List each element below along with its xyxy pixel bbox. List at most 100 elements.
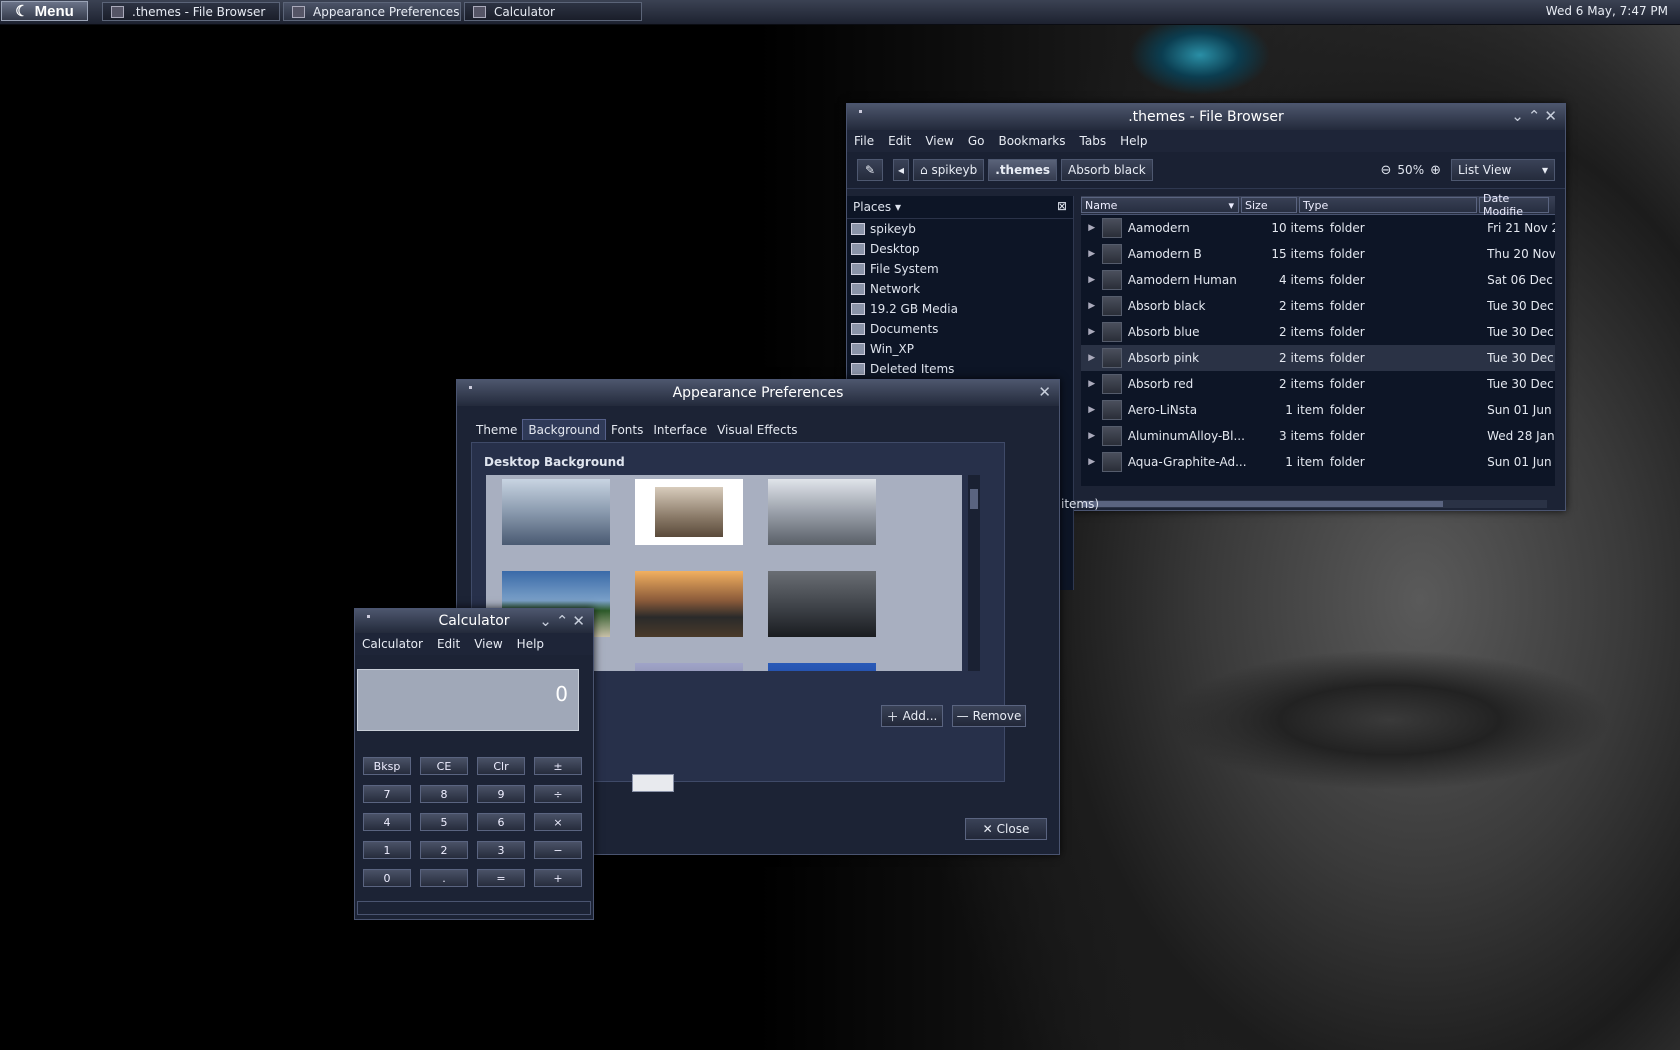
zoom-in-icon[interactable]: ⊕ (1430, 163, 1441, 178)
table-row[interactable]: ▶ Absorb black 2 items folder Tue 30 Dec (1081, 293, 1555, 319)
calc-key[interactable]: 7 (363, 785, 411, 803)
tab-theme[interactable]: Theme (471, 420, 522, 440)
calc-key[interactable]: CE (420, 757, 468, 775)
calc-key[interactable]: 2 (420, 841, 468, 859)
wallpaper-thumbnail[interactable] (768, 479, 876, 545)
calc-key[interactable]: × (534, 813, 582, 831)
path-spikeyb[interactable]: ⌂ spikeyb (913, 159, 985, 181)
table-row[interactable]: ▶ Aamodern B 15 items folder Thu 20 Nov (1081, 241, 1555, 267)
menu-edit[interactable]: Edit (881, 134, 918, 148)
calculator-titlebar[interactable]: Calculator ⌄ ⌃ ✕ (355, 609, 593, 633)
expander-icon[interactable]: ▶ (1081, 457, 1102, 467)
table-row[interactable]: ▶ AluminumAlloy-Bl... 3 items folder Wed 28 … (1081, 423, 1555, 449)
scrollbar-thumb[interactable] (1083, 501, 1443, 507)
maximize-icon[interactable]: ⌃ (556, 612, 569, 630)
tab-interface[interactable]: Interface (648, 420, 712, 440)
maximize-icon[interactable]: ⌃ (1528, 107, 1541, 125)
calc-key[interactable]: ÷ (534, 785, 582, 803)
calc-key[interactable]: 5 (420, 813, 468, 831)
table-row[interactable]: ▶ Aero-LiNsta 1 item folder Sun 01 Jun (1081, 397, 1555, 423)
calc-key[interactable]: ± (534, 757, 582, 775)
expander-icon[interactable]: ▶ (1081, 405, 1102, 415)
remove-button[interactable]: — Remove (952, 705, 1026, 727)
close-sidebar-icon[interactable]: ⊠ (1057, 199, 1067, 213)
expander-icon[interactable]: ▶ (1081, 301, 1102, 311)
calc-key[interactable]: − (534, 841, 582, 859)
window-menu-icon[interactable] (367, 615, 370, 618)
menu-file[interactable]: File (847, 134, 881, 148)
calc-key[interactable]: Clr (477, 757, 525, 775)
window-menu-icon[interactable] (859, 110, 862, 113)
close-icon[interactable]: ✕ (1038, 383, 1051, 401)
table-row[interactable]: ▶ Absorb pink 2 items folder Tue 30 Dec (1081, 345, 1555, 371)
calc-key[interactable]: = (477, 869, 525, 887)
tab-fonts[interactable]: Fonts (606, 420, 648, 440)
calc-key[interactable]: . (420, 869, 468, 887)
appearance-titlebar[interactable]: Appearance Preferences ✕ (457, 380, 1059, 406)
calc-key[interactable]: 9 (477, 785, 525, 803)
tab-background[interactable]: Background (522, 419, 606, 440)
horizontal-scrollbar[interactable] (1073, 500, 1547, 508)
path-back-icon[interactable]: ◂ (893, 159, 909, 181)
expander-icon[interactable]: ▶ (1081, 431, 1102, 441)
file-browser-titlebar[interactable]: .themes - File Browser ⌄ ⌃ ✕ (847, 104, 1565, 130)
menu-go[interactable]: Go (961, 134, 992, 148)
menu-help[interactable]: Help (1113, 134, 1154, 148)
add-button[interactable]: ＋ Add... (881, 705, 943, 727)
calc-key[interactable]: 3 (477, 841, 525, 859)
calc-key[interactable]: 6 (477, 813, 525, 831)
zoom-out-icon[interactable]: ⊖ (1381, 163, 1392, 178)
table-row[interactable]: ▶ Aamodern 10 items folder Fri 21 Nov 2 (1081, 215, 1555, 241)
table-row[interactable]: ▶ Aamodern Human 4 items folder Sat 06 Dec (1081, 267, 1555, 293)
window-menu-icon[interactable] (469, 386, 472, 389)
place-documents[interactable]: Documents (847, 319, 1073, 339)
column-date[interactable]: Date Modifie (1479, 192, 1549, 218)
close-button[interactable]: ✕ Close (965, 818, 1047, 840)
tab-visual-effects[interactable]: Visual Effects (712, 420, 802, 440)
taskbar-item-file-browser[interactable]: .themes - File Browser (102, 2, 280, 21)
expander-icon[interactable]: ▶ (1081, 223, 1102, 233)
table-row[interactable]: ▶ Absorb blue 2 items folder Tue 30 Dec (1081, 319, 1555, 345)
column-size[interactable]: Size (1241, 197, 1297, 213)
wallpaper-scrollbar[interactable] (968, 475, 980, 671)
close-icon[interactable]: ✕ (572, 612, 585, 630)
place-network[interactable]: Network (847, 279, 1073, 299)
taskbar-item-calculator[interactable]: Calculator (464, 2, 642, 21)
calc-key[interactable]: + (534, 869, 582, 887)
menu-view[interactable]: View (467, 637, 509, 651)
wallpaper-thumbnail[interactable] (768, 663, 876, 671)
wallpaper-thumbnail-selected[interactable] (635, 479, 743, 545)
place-win-xp[interactable]: Win_XP (847, 339, 1073, 359)
expander-icon[interactable]: ▶ (1081, 379, 1102, 389)
calc-key[interactable]: 1 (363, 841, 411, 859)
taskbar-item-appearance[interactable]: Appearance Preferences (283, 2, 461, 21)
wallpaper-thumbnail[interactable] (635, 571, 743, 637)
menu-view[interactable]: View (918, 134, 960, 148)
expander-icon[interactable]: ▶ (1081, 249, 1102, 259)
menu-help[interactable]: Help (510, 637, 551, 651)
view-mode-select[interactable]: List View ▾ (1451, 159, 1555, 181)
place-desktop[interactable]: Desktop (847, 239, 1073, 259)
menu-tabs[interactable]: Tabs (1073, 134, 1114, 148)
place-spikeyb[interactable]: spikeyb (847, 219, 1073, 239)
calc-key[interactable]: Bksp (363, 757, 411, 775)
minimize-icon[interactable]: ⌄ (1511, 107, 1524, 125)
table-row[interactable]: ▶ Absorb red 2 items folder Tue 30 Dec (1081, 371, 1555, 397)
scrollbar-thumb[interactable] (970, 489, 978, 509)
column-type[interactable]: Type (1299, 197, 1477, 213)
minimize-icon[interactable]: ⌄ (539, 612, 552, 630)
place-file-system[interactable]: File System (847, 259, 1073, 279)
menu-calculator[interactable]: Calculator (355, 637, 430, 651)
wallpaper-thumbnail[interactable] (502, 479, 610, 545)
path-absorb-black[interactable]: Absorb black (1061, 159, 1153, 181)
place-media[interactable]: 19.2 GB Media (847, 299, 1073, 319)
expander-icon[interactable]: ▶ (1081, 353, 1102, 363)
close-icon[interactable]: ✕ (1544, 107, 1557, 125)
path-themes[interactable]: .themes (988, 159, 1058, 181)
place-deleted-items[interactable]: Deleted Items (847, 359, 1073, 379)
color-picker-button[interactable] (632, 774, 674, 792)
expander-icon[interactable]: ▶ (1081, 275, 1102, 285)
expander-icon[interactable]: ▶ (1081, 327, 1102, 337)
calc-key[interactable]: 4 (363, 813, 411, 831)
menu-edit[interactable]: Edit (430, 637, 467, 651)
